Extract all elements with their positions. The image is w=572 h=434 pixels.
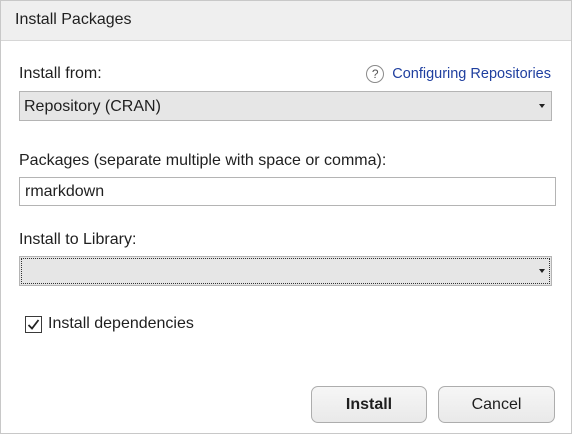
install-packages-dialog: Install Packages Install from: ? Configu… xyxy=(0,0,572,434)
install-from-select[interactable]: Repository (CRAN) xyxy=(19,91,552,121)
cancel-button[interactable]: Cancel xyxy=(438,386,555,423)
configuring-repositories-link[interactable]: ? Configuring Repositories xyxy=(366,64,551,84)
install-dependencies-option[interactable]: Install dependencies xyxy=(25,315,194,333)
install-dependencies-checkbox[interactable] xyxy=(25,315,42,333)
checkmark-icon xyxy=(27,318,40,330)
chevron-down-icon xyxy=(539,269,545,273)
dialog-title: Install Packages xyxy=(15,11,132,28)
install-to-library-select[interactable] xyxy=(19,256,552,286)
packages-input[interactable] xyxy=(19,177,556,206)
dialog-titlebar: Install Packages xyxy=(1,1,571,41)
configuring-repositories-text: Configuring Repositories xyxy=(392,66,551,82)
packages-label: Packages (separate multiple with space o… xyxy=(19,152,387,169)
chevron-down-icon xyxy=(539,104,545,108)
help-icon: ? xyxy=(366,65,385,83)
install-from-selected-value: Repository (CRAN) xyxy=(24,98,161,115)
install-to-library-label: Install to Library: xyxy=(19,231,137,248)
install-from-label: Install from: xyxy=(19,65,102,82)
install-dependencies-label: Install dependencies xyxy=(48,315,194,332)
install-button[interactable]: Install xyxy=(311,386,427,423)
